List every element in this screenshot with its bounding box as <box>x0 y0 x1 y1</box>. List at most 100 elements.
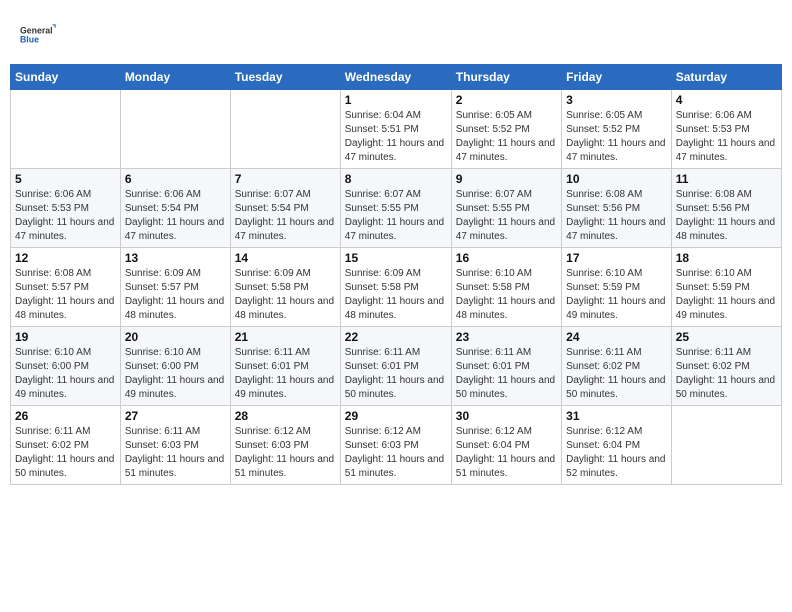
day-info: Sunrise: 6:12 AM Sunset: 6:04 PM Dayligh… <box>456 425 557 481</box>
day-number: 14 <box>235 251 336 265</box>
day-number: 20 <box>125 330 226 344</box>
calendar-cell: 31 Sunrise: 6:12 AM Sunset: 6:04 PM Dayli… <box>562 406 672 485</box>
calendar-header-thursday: Thursday <box>451 65 561 90</box>
day-info: Sunrise: 6:07 AM Sunset: 5:55 PM Dayligh… <box>345 188 447 244</box>
day-info: Sunrise: 6:11 AM Sunset: 6:01 PM Dayligh… <box>456 346 557 402</box>
calendar-header-row: SundayMondayTuesdayWednesdayThursdayFrid… <box>11 65 782 90</box>
calendar-cell: 19Sunrise: 6:10 AM Sunset: 6:00 PM Dayli… <box>11 327 121 406</box>
calendar-header-friday: Friday <box>562 65 672 90</box>
svg-text:General: General <box>20 25 53 35</box>
day-number: 13 <box>125 251 226 265</box>
calendar-cell <box>671 406 781 485</box>
day-info: Sunrise: 6:06 AM Sunset: 5:54 PM Dayligh… <box>125 188 226 244</box>
calendar-cell: 20Sunrise: 6:10 AM Sunset: 6:00 PM Dayli… <box>120 327 230 406</box>
day-number: 11 <box>676 172 777 186</box>
calendar-cell: 28 Sunrise: 6:12 AM Sunset: 6:03 PM Dayli… <box>230 406 340 485</box>
calendar-cell: 9 Sunrise: 6:07 AM Sunset: 5:55 PM Daylig… <box>451 169 561 248</box>
calendar-cell: 6 Sunrise: 6:06 AM Sunset: 5:54 PM Daylig… <box>120 169 230 248</box>
calendar-cell: 15 Sunrise: 6:09 AM Sunset: 5:58 PM Dayli… <box>340 248 451 327</box>
day-info: Sunrise: 6:11 AM Sunset: 6:01 PM Dayligh… <box>345 346 447 402</box>
day-info: Sunrise: 6:10 AM Sunset: 5:58 PM Dayligh… <box>456 267 557 323</box>
day-number: 5 <box>15 172 116 186</box>
calendar-header-monday: Monday <box>120 65 230 90</box>
day-info: Sunrise: 6:11 AM Sunset: 6:02 PM Dayligh… <box>15 425 116 481</box>
calendar-cell: 25 Sunrise: 6:11 AM Sunset: 6:02 PM Dayli… <box>671 327 781 406</box>
day-info: Sunrise: 6:07 AM Sunset: 5:54 PM Dayligh… <box>235 188 336 244</box>
calendar-header-saturday: Saturday <box>671 65 781 90</box>
calendar-cell: 14Sunrise: 6:09 AM Sunset: 5:58 PM Dayli… <box>230 248 340 327</box>
calendar-cell <box>230 90 340 169</box>
calendar-cell: 22 Sunrise: 6:11 AM Sunset: 6:01 PM Dayli… <box>340 327 451 406</box>
calendar-week-row: 5 Sunrise: 6:06 AM Sunset: 5:53 PM Daylig… <box>11 169 782 248</box>
calendar-cell: 16Sunrise: 6:10 AM Sunset: 5:58 PM Dayli… <box>451 248 561 327</box>
calendar-week-row: 12 Sunrise: 6:08 AM Sunset: 5:57 PM Dayli… <box>11 248 782 327</box>
calendar-cell: 24 Sunrise: 6:11 AM Sunset: 6:02 PM Dayli… <box>562 327 672 406</box>
day-number: 28 <box>235 409 336 423</box>
day-number: 12 <box>15 251 116 265</box>
day-info: Sunrise: 6:04 AM Sunset: 5:51 PM Dayligh… <box>345 109 447 165</box>
day-number: 21 <box>235 330 336 344</box>
day-info: Sunrise: 6:11 AM Sunset: 6:02 PM Dayligh… <box>676 346 777 402</box>
day-number: 18 <box>676 251 777 265</box>
calendar-cell: 23Sunrise: 6:11 AM Sunset: 6:01 PM Dayli… <box>451 327 561 406</box>
calendar-cell: 30 Sunrise: 6:12 AM Sunset: 6:04 PM Dayli… <box>451 406 561 485</box>
calendar-cell: 7Sunrise: 6:07 AM Sunset: 5:54 PM Daylig… <box>230 169 340 248</box>
day-number: 29 <box>345 409 447 423</box>
calendar-cell: 21 Sunrise: 6:11 AM Sunset: 6:01 PM Dayli… <box>230 327 340 406</box>
day-info: Sunrise: 6:08 AM Sunset: 5:57 PM Dayligh… <box>15 267 116 323</box>
calendar-week-row: 26 Sunrise: 6:11 AM Sunset: 6:02 PM Dayli… <box>11 406 782 485</box>
calendar-cell: 27Sunrise: 6:11 AM Sunset: 6:03 PM Dayli… <box>120 406 230 485</box>
calendar-cell: 29 Sunrise: 6:12 AM Sunset: 6:03 PM Dayli… <box>340 406 451 485</box>
day-number: 30 <box>456 409 557 423</box>
day-number: 8 <box>345 172 447 186</box>
day-info: Sunrise: 6:10 AM Sunset: 5:59 PM Dayligh… <box>566 267 667 323</box>
calendar-cell <box>11 90 121 169</box>
day-number: 17 <box>566 251 667 265</box>
calendar-cell: 4 Sunrise: 6:06 AM Sunset: 5:53 PM Daylig… <box>671 90 781 169</box>
svg-text:Blue: Blue <box>20 35 39 45</box>
calendar-week-row: 19Sunrise: 6:10 AM Sunset: 6:00 PM Dayli… <box>11 327 782 406</box>
day-info: Sunrise: 6:08 AM Sunset: 5:56 PM Dayligh… <box>566 188 667 244</box>
calendar-cell: 2 Sunrise: 6:05 AM Sunset: 5:52 PM Daylig… <box>451 90 561 169</box>
day-info: Sunrise: 6:10 AM Sunset: 5:59 PM Dayligh… <box>676 267 777 323</box>
day-number: 10 <box>566 172 667 186</box>
day-info: Sunrise: 6:09 AM Sunset: 5:58 PM Dayligh… <box>345 267 447 323</box>
day-number: 6 <box>125 172 226 186</box>
calendar-header-tuesday: Tuesday <box>230 65 340 90</box>
day-info: Sunrise: 6:07 AM Sunset: 5:55 PM Dayligh… <box>456 188 557 244</box>
day-info: Sunrise: 6:06 AM Sunset: 5:53 PM Dayligh… <box>676 109 777 165</box>
day-number: 15 <box>345 251 447 265</box>
logo-image: General Blue <box>20 18 56 54</box>
day-number: 4 <box>676 93 777 107</box>
day-number: 9 <box>456 172 557 186</box>
calendar-week-row: 1 Sunrise: 6:04 AM Sunset: 5:51 PM Daylig… <box>11 90 782 169</box>
day-info: Sunrise: 6:12 AM Sunset: 6:04 PM Dayligh… <box>566 425 667 481</box>
calendar-cell: 5 Sunrise: 6:06 AM Sunset: 5:53 PM Daylig… <box>11 169 121 248</box>
day-number: 3 <box>566 93 667 107</box>
day-number: 1 <box>345 93 447 107</box>
day-info: Sunrise: 6:05 AM Sunset: 5:52 PM Dayligh… <box>566 109 667 165</box>
day-number: 25 <box>676 330 777 344</box>
calendar-cell: 11 Sunrise: 6:08 AM Sunset: 5:56 PM Dayli… <box>671 169 781 248</box>
day-info: Sunrise: 6:09 AM Sunset: 5:57 PM Dayligh… <box>125 267 226 323</box>
day-info: Sunrise: 6:12 AM Sunset: 6:03 PM Dayligh… <box>345 425 447 481</box>
day-info: Sunrise: 6:12 AM Sunset: 6:03 PM Dayligh… <box>235 425 336 481</box>
day-number: 22 <box>345 330 447 344</box>
day-number: 24 <box>566 330 667 344</box>
day-number: 27 <box>125 409 226 423</box>
calendar-cell <box>120 90 230 169</box>
day-info: Sunrise: 6:11 AM Sunset: 6:01 PM Dayligh… <box>235 346 336 402</box>
day-number: 26 <box>15 409 116 423</box>
page-header: General Blue <box>10 10 782 58</box>
calendar-cell: 18 Sunrise: 6:10 AM Sunset: 5:59 PM Dayli… <box>671 248 781 327</box>
day-info: Sunrise: 6:06 AM Sunset: 5:53 PM Dayligh… <box>15 188 116 244</box>
day-info: Sunrise: 6:05 AM Sunset: 5:52 PM Dayligh… <box>456 109 557 165</box>
day-number: 2 <box>456 93 557 107</box>
day-number: 31 <box>566 409 667 423</box>
day-info: Sunrise: 6:10 AM Sunset: 6:00 PM Dayligh… <box>15 346 116 402</box>
day-info: Sunrise: 6:11 AM Sunset: 6:02 PM Dayligh… <box>566 346 667 402</box>
calendar-cell: 8 Sunrise: 6:07 AM Sunset: 5:55 PM Daylig… <box>340 169 451 248</box>
calendar-cell: 17 Sunrise: 6:10 AM Sunset: 5:59 PM Dayli… <box>562 248 672 327</box>
calendar-header-wednesday: Wednesday <box>340 65 451 90</box>
day-info: Sunrise: 6:08 AM Sunset: 5:56 PM Dayligh… <box>676 188 777 244</box>
